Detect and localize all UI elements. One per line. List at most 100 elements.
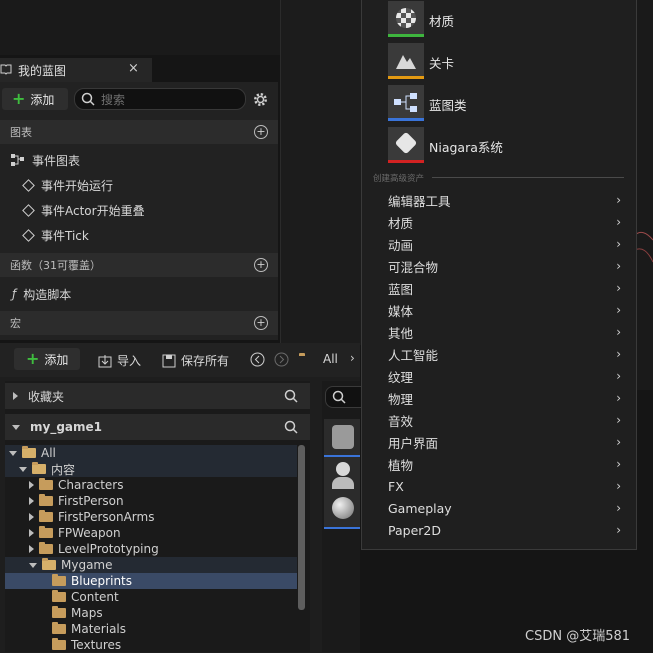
blueprint-class-icon[interactable] <box>388 85 424 121</box>
folder-label: FPWeapon <box>58 526 121 540</box>
level-asset-icon[interactable] <box>388 43 424 79</box>
material-asset-label[interactable]: 材质 <box>429 11 454 30</box>
folder-icon <box>39 526 53 538</box>
advanced-assets-header: 创建高级资产 <box>373 174 425 184</box>
add-function-icon[interactable]: + <box>254 258 268 272</box>
tree-row[interactable]: Content <box>5 589 297 605</box>
menu-category-item[interactable]: 动画 › <box>388 233 628 255</box>
add-label: 添加 <box>30 92 55 107</box>
niagara-system-icon[interactable] <box>388 127 424 163</box>
my-blueprint-tab[interactable]: 我的蓝图 × <box>0 58 152 82</box>
asset-thumbnail[interactable] <box>324 457 360 493</box>
tree-row[interactable]: Characters <box>5 477 297 493</box>
tree-row[interactable]: FirstPersonArms <box>5 509 297 525</box>
collapse-arrow-icon[interactable] <box>29 529 34 537</box>
tree-row[interactable]: Blueprints <box>5 573 297 589</box>
add-macro-icon[interactable]: + <box>254 316 268 330</box>
expand-arrow-icon[interactable] <box>9 450 17 456</box>
tree-row[interactable]: FPWeapon <box>5 525 297 541</box>
tree-row[interactable]: Textures <box>5 637 297 653</box>
divider <box>432 177 624 178</box>
collapse-arrow-icon[interactable] <box>29 513 34 521</box>
event-item[interactable]: 事件Tick <box>22 225 89 245</box>
blueprint-class-label[interactable]: 蓝图类 <box>429 95 467 114</box>
tree-row[interactable]: FirstPerson <box>5 493 297 509</box>
chevron-right-icon: › <box>616 369 621 383</box>
folder-icon <box>22 446 36 458</box>
menu-category-label: 植物 <box>388 457 414 473</box>
cb-add-button[interactable]: + 添加 <box>14 348 80 370</box>
search-icon[interactable] <box>284 389 298 403</box>
menu-category-item[interactable]: 其他 › <box>388 321 628 343</box>
menu-category-item[interactable]: 编辑器工具 › <box>388 189 628 211</box>
asset-search-input[interactable] <box>325 386 362 408</box>
functions-section[interactable]: 函数（31可覆盖） + <box>0 253 278 277</box>
chevron-right-icon: › <box>616 281 621 295</box>
graphs-section[interactable]: 图表 + <box>0 120 278 144</box>
construction-script-item[interactable]: ƒ 构造脚本 <box>0 284 71 304</box>
collapse-arrow-icon[interactable] <box>29 545 34 553</box>
chevron-right-icon[interactable]: › <box>350 351 355 365</box>
search-icon[interactable] <box>284 420 298 434</box>
menu-category-item[interactable]: Gameplay › <box>388 497 628 519</box>
chevron-right-icon: › <box>616 435 621 449</box>
scrollbar[interactable] <box>298 445 305 610</box>
collapse-arrow-icon[interactable] <box>29 481 34 489</box>
path-breadcrumb[interactable]: All <box>323 352 338 366</box>
menu-category-item[interactable]: FX › <box>388 475 628 497</box>
macros-section[interactable]: 宏 + <box>0 311 278 335</box>
menu-category-item[interactable]: 蓝图 › <box>388 277 628 299</box>
material-asset-icon[interactable] <box>388 1 424 37</box>
menu-category-item[interactable]: 材质 › <box>388 211 628 233</box>
tree-row[interactable]: Materials <box>5 621 297 637</box>
folder-icon <box>39 494 53 506</box>
tree-row[interactable]: Maps <box>5 605 297 621</box>
close-icon[interactable]: × <box>128 61 139 76</box>
folder-icon <box>39 478 53 490</box>
save-all-button[interactable]: 保存所有 <box>162 352 229 369</box>
add-graph-icon[interactable]: + <box>254 125 268 139</box>
menu-category-item[interactable]: 植物 › <box>388 453 628 475</box>
event-item[interactable]: 事件Actor开始重叠 <box>22 200 145 220</box>
tree-row[interactable]: All <box>5 445 297 461</box>
graph-viewport[interactable] <box>280 0 361 345</box>
level-asset-label[interactable]: 关卡 <box>429 53 454 72</box>
favorites-header[interactable]: 收藏夹 <box>5 383 310 409</box>
folder-label: Materials <box>71 622 127 636</box>
forward-icon[interactable] <box>274 352 289 367</box>
search-input[interactable]: 搜索 <box>74 88 246 110</box>
graphs-label: 图表 <box>10 126 32 139</box>
expand-arrow-icon[interactable] <box>29 562 37 568</box>
mountain-icon <box>396 55 416 69</box>
construction-script-label: 构造脚本 <box>23 287 72 302</box>
niagara-system-label[interactable]: Niagara系统 <box>429 137 503 156</box>
menu-category-item[interactable]: 人工智能 › <box>388 343 628 365</box>
import-button[interactable]: 导入 <box>98 352 141 369</box>
asset-thumbnail[interactable] <box>324 419 360 457</box>
gear-icon[interactable] <box>252 91 269 108</box>
folder-icon <box>52 606 66 618</box>
menu-category-label: Gameplay <box>388 500 452 516</box>
folder-icon <box>52 638 66 650</box>
asset-thumbnail[interactable] <box>324 493 360 529</box>
menu-category-label: 物理 <box>388 391 414 407</box>
menu-category-item[interactable]: 音效 › <box>388 409 628 431</box>
tree-row[interactable]: Mygame <box>5 557 297 573</box>
add-button[interactable]: + 添加 <box>2 88 68 110</box>
menu-category-item[interactable]: 可混合物 › <box>388 255 628 277</box>
event-item[interactable]: 事件开始运行 <box>22 175 113 195</box>
menu-category-item[interactable]: Paper2D › <box>388 519 628 541</box>
event-graph-item[interactable]: 事件图表 <box>0 150 80 170</box>
project-header[interactable]: my_game1 <box>5 414 310 440</box>
tree-row[interactable]: 内容 <box>5 461 297 477</box>
menu-category-item[interactable]: 用户界面 › <box>388 431 628 453</box>
expand-arrow-icon[interactable] <box>19 466 27 472</box>
graph-icon <box>11 154 24 166</box>
back-icon[interactable] <box>250 352 265 367</box>
tree-row[interactable]: LevelPrototyping <box>5 541 297 557</box>
menu-category-item[interactable]: 物理 › <box>388 387 628 409</box>
menu-category-item[interactable]: 纹理 › <box>388 365 628 387</box>
folder-label: LevelPrototyping <box>58 542 159 556</box>
menu-category-item[interactable]: 媒体 › <box>388 299 628 321</box>
collapse-arrow-icon[interactable] <box>29 497 34 505</box>
